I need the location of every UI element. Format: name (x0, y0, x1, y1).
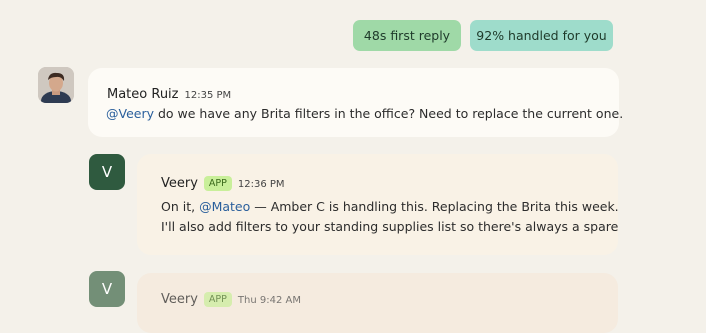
user-avatar-mateo[interactable] (38, 67, 74, 103)
mention-link[interactable]: @Mateo (199, 199, 250, 214)
app-tag: APP (203, 176, 232, 191)
message-body: I'll also add filters to your standing s… (161, 219, 619, 234)
avatar-letter: V (101, 163, 113, 181)
message-timestamp: Thu 9:42 AM (237, 295, 301, 306)
message-body: do we have any Brita filters in the offi… (154, 106, 624, 121)
message-timestamp: 12:36 PM (237, 179, 285, 190)
message-author[interactable]: Veery (161, 176, 198, 191)
message-card-mateo: Mateo Ruiz 12:35 PM @Veery do we have any… (88, 68, 623, 137)
avatar-photo-icon (38, 67, 74, 103)
first-reply-badge: 48s first reply (353, 20, 461, 51)
message-author[interactable]: Veery (161, 292, 198, 307)
message-card-veery-faded: Veery APP Thu 9:42 AM (137, 273, 618, 333)
message-text: On it, @Mateo — Amber C is handling this… (161, 197, 619, 237)
message-body: — Amber C is handling this. Replacing th… (250, 199, 619, 214)
app-tag: APP (203, 292, 232, 307)
message-body: On it, (161, 199, 200, 214)
message-author[interactable]: Mateo Ruiz (107, 87, 179, 102)
message-timestamp: 12:35 PM (184, 90, 232, 101)
message-text: @Veery do we have any Brita filters in t… (106, 104, 623, 124)
veery-avatar[interactable]: V (89, 271, 125, 307)
message-card-veery: Veery APP 12:36 PM On it, @Mateo — Amber C… (137, 154, 619, 255)
veery-avatar[interactable]: V (89, 154, 125, 190)
handled-badge: 92% handled for you (470, 20, 613, 51)
mention-link[interactable]: @Veery (106, 106, 154, 121)
avatar-letter: V (101, 280, 113, 298)
